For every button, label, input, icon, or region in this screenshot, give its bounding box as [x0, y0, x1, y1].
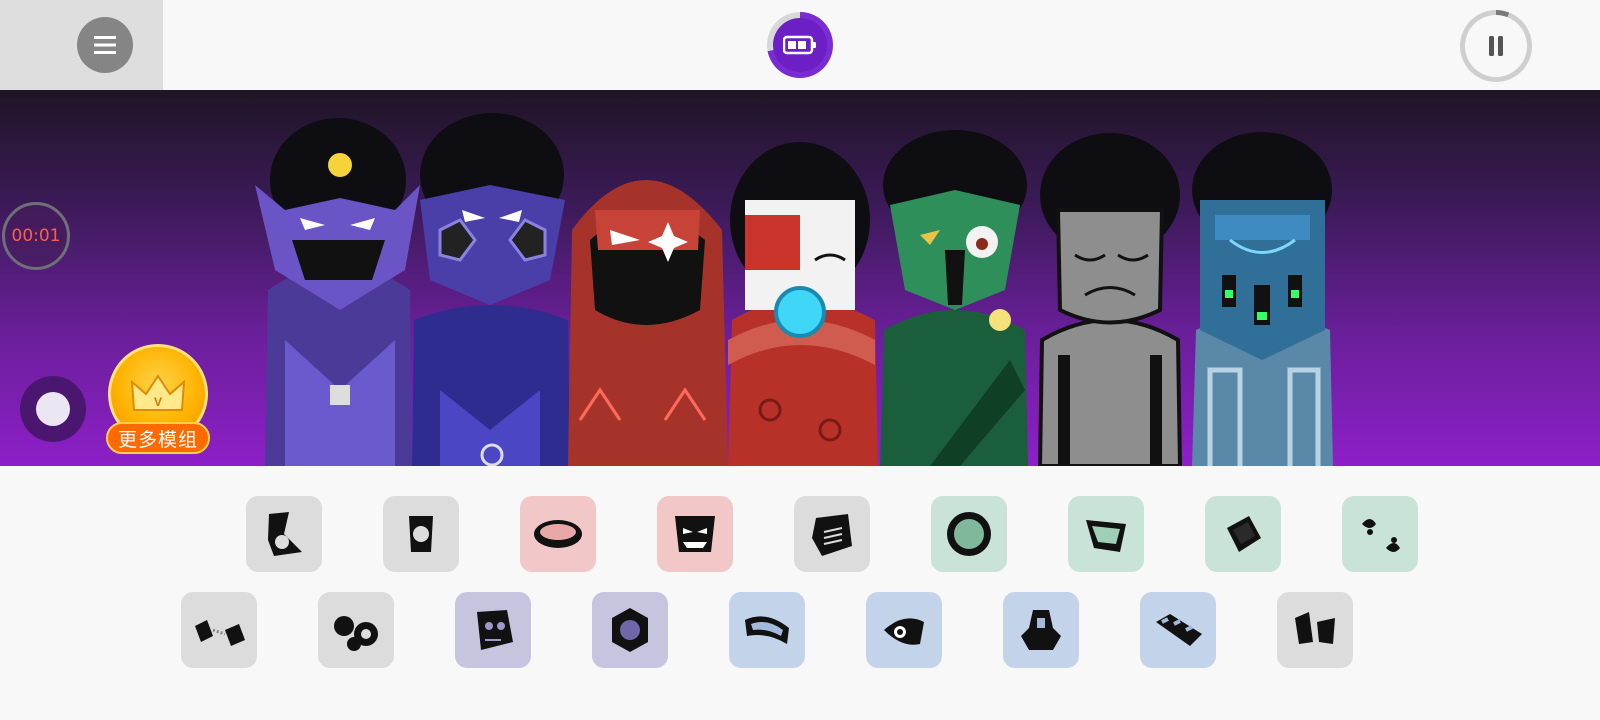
sound-tile-effects-1[interactable] [520, 496, 596, 572]
effects-3-icon [812, 514, 852, 556]
character-red-visor-cyborg[interactable] [728, 142, 878, 466]
sound-tile-melody-2[interactable] [1068, 496, 1144, 572]
battery-icon [783, 35, 816, 55]
more-mods-label: 更多模组 [106, 422, 210, 454]
beats-2-icon [409, 516, 433, 552]
sound-tile-beats-1[interactable] [246, 496, 322, 572]
sound-tile-voice-1[interactable] [729, 592, 805, 668]
melody-1-icon [947, 512, 991, 556]
effects-5-icon [612, 608, 648, 652]
record-icon [36, 392, 70, 426]
sound-tile-voice-4[interactable] [1140, 592, 1216, 668]
voice-4-icon [1156, 614, 1202, 646]
sound-tile-beats-2[interactable] [383, 496, 459, 572]
character-stage: 00:01 V 更多模组 [0, 90, 1600, 466]
character-purple-skull-mask[interactable] [255, 118, 420, 466]
sound-tile-melody-1[interactable] [931, 496, 1007, 572]
svg-text:V: V [154, 395, 162, 409]
beats-3-icon [195, 620, 245, 646]
sound-tile-voice-5[interactable] [1277, 592, 1353, 668]
battery-button[interactable] [767, 12, 833, 78]
sound-tile-effects-2[interactable] [657, 496, 733, 572]
top-bar [0, 0, 1600, 90]
melody-2-icon [1086, 520, 1126, 552]
effects-2-icon [675, 516, 715, 552]
beats-1-icon [268, 512, 302, 556]
character-green-tribal[interactable] [880, 130, 1028, 466]
sound-tile-effects-4[interactable] [455, 592, 531, 668]
melody-3-icon [1227, 516, 1261, 552]
effects-1-icon [534, 520, 582, 548]
timer-display: 00:01 [2, 202, 70, 270]
character-gray-shirtless[interactable] [1037, 133, 1183, 466]
sound-tile-beats-3[interactable] [181, 592, 257, 668]
effects-4-icon [477, 610, 513, 650]
sound-palette [0, 466, 1600, 720]
hamburger-icon [94, 36, 116, 54]
pause-icon [1489, 36, 1503, 56]
character-blue-horned-mask[interactable] [412, 113, 570, 466]
crown-icon: V [130, 374, 186, 411]
sound-tile-melody-3[interactable] [1205, 496, 1281, 572]
voice-5-icon [1295, 612, 1335, 644]
record-button[interactable] [20, 376, 86, 442]
voice-2-icon [884, 618, 924, 645]
sound-tile-melody-4[interactable] [1342, 496, 1418, 572]
sound-tile-voice-3[interactable] [1003, 592, 1079, 668]
pause-button[interactable] [1460, 10, 1532, 82]
voice-1-icon [745, 616, 789, 644]
characters-row [255, 113, 1333, 466]
sound-tile-voice-2[interactable] [866, 592, 942, 668]
sound-tile-effects-3[interactable] [794, 496, 870, 572]
more-mods-button[interactable]: V 更多模组 [106, 344, 210, 458]
sound-tile-beats-4[interactable] [318, 592, 394, 668]
melody-4-icon [1362, 519, 1400, 552]
menu-panel [0, 0, 163, 90]
voice-3-icon [1021, 610, 1061, 650]
menu-button[interactable] [77, 17, 133, 73]
sound-tile-effects-5[interactable] [592, 592, 668, 668]
character-red-hooded[interactable] [568, 180, 728, 466]
character-blue-robot-mask[interactable] [1192, 132, 1333, 466]
beats-4-icon [334, 616, 378, 651]
